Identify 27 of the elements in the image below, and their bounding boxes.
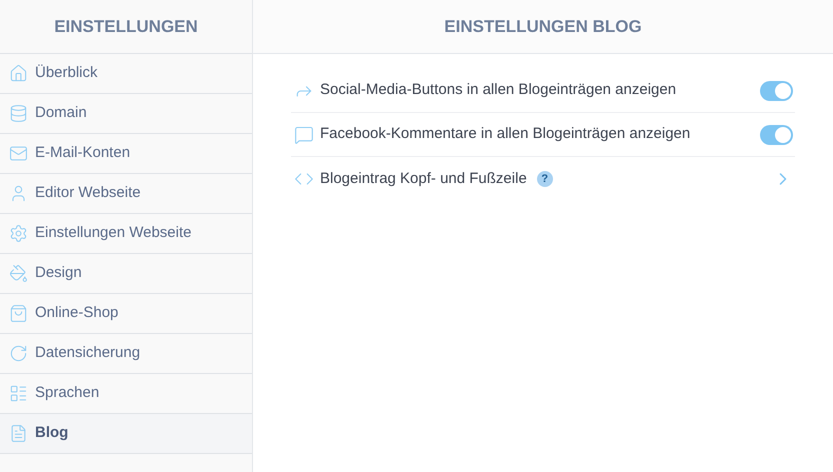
toggle-switch[interactable]	[760, 80, 793, 100]
sidebar-item[interactable]: Design	[0, 254, 252, 294]
sidebar-item[interactable]: Editor Webseite	[0, 174, 252, 214]
toggle-switch[interactable]	[760, 124, 793, 144]
paint-bucket-icon	[9, 264, 28, 283]
house-icon	[9, 64, 28, 83]
shopping-bag-icon	[9, 304, 28, 323]
sidebar-item[interactable]: Datensicherung	[0, 334, 252, 374]
sidebar-item[interactable]: Überblick	[0, 54, 252, 94]
circular-arrow-icon	[9, 344, 28, 363]
sidebar-item[interactable]: Domain	[0, 94, 252, 134]
setting-label: Social-Media-Buttons in allen Blogeinträgen anzeigen	[320, 80, 676, 100]
sidebar-item[interactable]: E-Mail-Konten	[0, 134, 252, 174]
speech-bubble-icon	[294, 124, 314, 144]
sidebar-item[interactable]: Blog	[0, 414, 252, 454]
page-title: EINSTELLUNGEN BLOG	[444, 16, 642, 38]
setting-label: Blogeintrag Kopf- und Fußzeile	[320, 168, 527, 189]
document-icon	[9, 424, 28, 443]
setting-label: Facebook-Kommentare in allen Blogeinträgen anzeigen	[320, 124, 690, 144]
sidebar-item[interactable]: Einstellungen Webseite	[0, 214, 252, 254]
settings-icon	[9, 224, 28, 243]
help-badge[interactable]: ?	[536, 171, 553, 187]
sidebar-title: EINSTELLUNGEN	[54, 16, 198, 38]
table-icon	[9, 384, 28, 403]
database-icon	[9, 104, 28, 123]
sidebar-item[interactable]: Online-Shop	[0, 294, 252, 334]
envelope-icon	[9, 144, 28, 163]
